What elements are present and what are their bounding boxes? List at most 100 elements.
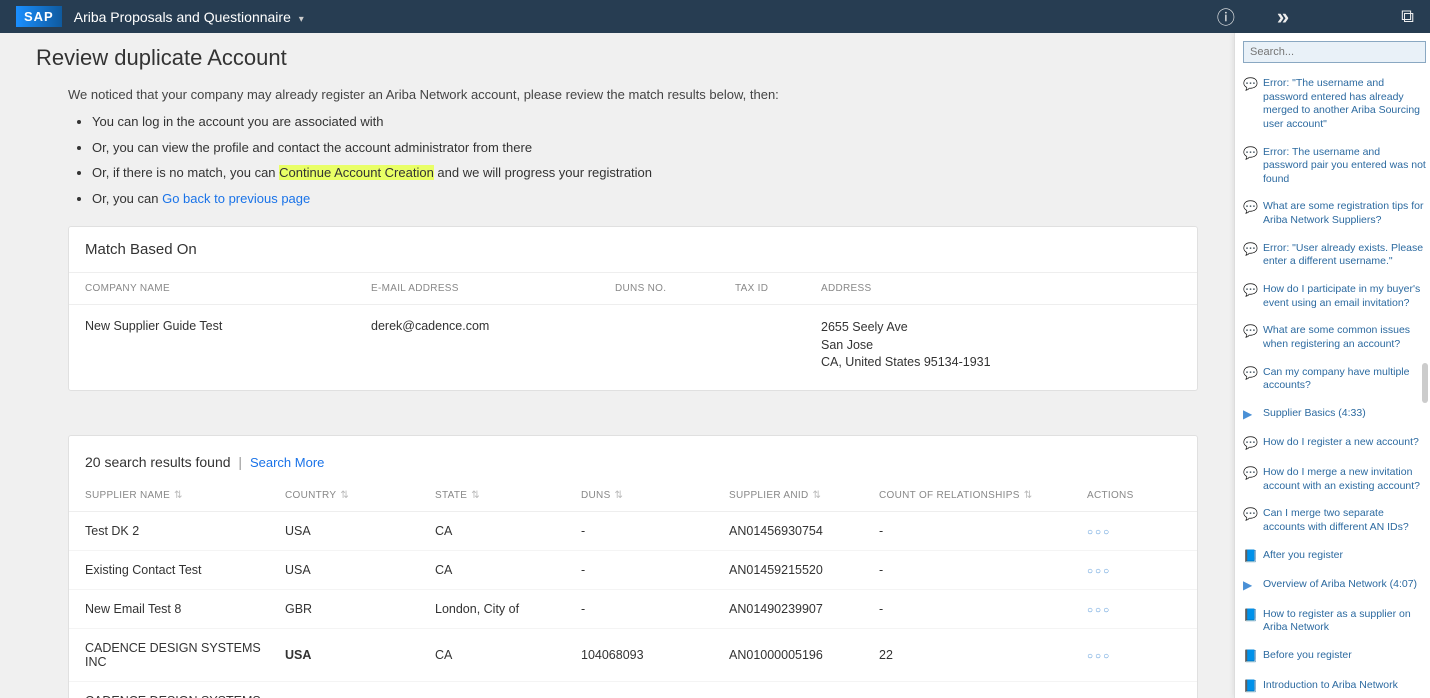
b3-post: and we will progress your registration [434, 165, 652, 180]
main-content: Review duplicate Account We noticed that… [0, 33, 1234, 698]
table-row: Test DK 2USACA-AN01456930754-○○○ [69, 512, 1197, 551]
col-country[interactable]: COUNTRY⇅ [285, 490, 435, 501]
cell: USA [285, 648, 435, 662]
page-title: Review duplicate Account [36, 45, 1198, 71]
cell: New Email Test 8 [85, 602, 285, 616]
results-body: Test DK 2USACA-AN01456930754-○○○Existing… [69, 512, 1197, 698]
help-item[interactable]: 💬Can I merge two separate accounts with … [1243, 507, 1426, 534]
help-item[interactable]: 💬Can my company have multiple accounts? [1243, 366, 1426, 393]
help-item[interactable]: ▶ Supplier Basics (4:33) [1243, 407, 1426, 423]
col-duns: DUNS NO. [615, 283, 735, 294]
help-item[interactable]: 📘Before you register [1243, 649, 1426, 665]
collapse-icon[interactable]: » [1277, 4, 1289, 30]
help-item[interactable]: 💬Error: The username and password pair y… [1243, 146, 1426, 187]
cell: 22 [879, 648, 1075, 662]
help-item-text: What are some common issues when registe… [1263, 324, 1426, 351]
scrollbar[interactable] [1422, 363, 1428, 403]
sort-icon: ⇅ [471, 490, 480, 501]
app-title-text: Ariba Proposals and Questionnaire [74, 9, 291, 25]
cell: CA [435, 563, 581, 577]
faq-icon: 💬 [1243, 507, 1257, 534]
actions-menu-icon[interactable]: ○○○ [1087, 651, 1111, 662]
match-address: 2655 Seely Ave San Jose CA, United State… [821, 319, 1181, 372]
match-header: Match Based On [69, 227, 1197, 273]
help-item[interactable]: 📘How to register as a supplier on Ariba … [1243, 608, 1426, 635]
faq-icon: 💬 [1243, 283, 1257, 310]
help-item[interactable]: 💬How do I participate in my buyer's even… [1243, 283, 1426, 310]
col-company: COMPANY NAME [85, 283, 371, 294]
help-item[interactable]: 💬Error: "User already exists. Please ent… [1243, 242, 1426, 269]
topbar-left: SAP Ariba Proposals and Questionnaire ▾ [16, 6, 304, 27]
search-input[interactable] [1243, 41, 1426, 63]
go-back-link[interactable]: Go back to previous page [162, 191, 310, 206]
results-header: 20 search results found | Search More [69, 436, 1197, 480]
help-item-text: Supplier Basics (4:33) [1263, 407, 1366, 423]
addr1: 2655 Seely Ave [821, 319, 1181, 337]
table-row: CADENCE DESIGN SYSTEMS INCUSACA104068093… [69, 629, 1197, 682]
help-item[interactable]: 💬How do I merge a new invitation account… [1243, 466, 1426, 493]
help-item[interactable]: 💬What are some common issues when regist… [1243, 324, 1426, 351]
vid-icon: ▶ [1243, 578, 1257, 594]
col-supplier-name[interactable]: SUPPLIER NAME⇅ [85, 490, 285, 501]
sort-icon: ⇅ [174, 490, 183, 501]
col-count[interactable]: COUNT OF RELATIONSHIPS⇅ [879, 490, 1075, 501]
sort-icon: ⇅ [615, 490, 624, 501]
faq-icon: 💬 [1243, 436, 1257, 452]
cell: AN01490239907 [729, 602, 879, 616]
help-icon[interactable]: ⓘ [1217, 4, 1235, 30]
intro-text: We noticed that your company may already… [68, 87, 1198, 102]
search-more-link[interactable]: Search More [250, 455, 324, 470]
results-count: 20 search results found [85, 454, 231, 470]
table-row: Existing Contact TestUSACA-AN01459215520… [69, 551, 1197, 590]
cell: - [581, 563, 729, 577]
match-card: Match Based On COMPANY NAME E-MAIL ADDRE… [68, 226, 1198, 391]
cell: London, City of [435, 602, 581, 616]
help-sidebar: 💬Error: "The username and password enter… [1234, 33, 1430, 698]
external-link-icon[interactable]: ⧉ [1401, 6, 1414, 27]
help-item-text: Before you register [1263, 649, 1352, 665]
table-row: New Email Test 8GBRLondon, City of-AN014… [69, 590, 1197, 629]
match-tax [735, 319, 821, 372]
help-item-text: How do I participate in my buyer's event… [1263, 283, 1426, 310]
cell: USA [285, 524, 435, 538]
faq-icon: 💬 [1243, 366, 1257, 393]
bullet-continue: Or, if there is no match, you can Contin… [92, 163, 1198, 183]
help-item-text: Error: "The username and password entere… [1263, 77, 1426, 132]
help-item[interactable]: 📘After you register [1243, 549, 1426, 565]
faq-icon: 💬 [1243, 77, 1257, 132]
sort-icon: ⇅ [1024, 490, 1033, 501]
match-row: New Supplier Guide Test derek@cadence.co… [69, 305, 1197, 390]
help-item-text: Error: The username and password pair yo… [1263, 146, 1426, 187]
col-address: ADDRESS [821, 283, 1181, 294]
cell: - [879, 524, 1075, 538]
cell: CADENCE DESIGN SYSTEMS INC [85, 641, 285, 669]
sap-logo: SAP [16, 6, 62, 27]
help-item-text: Can I merge two separate accounts with d… [1263, 507, 1426, 534]
help-item[interactable]: 📘Introduction to Ariba Network [1243, 679, 1426, 695]
col-duns[interactable]: DUNS⇅ [581, 490, 729, 501]
actions-menu-icon[interactable]: ○○○ [1087, 566, 1111, 577]
addr3: CA, United States 95134-1931 [821, 354, 1181, 372]
help-item-text: How to register as a supplier on Ariba N… [1263, 608, 1426, 635]
instruction-list: You can log in the account you are assoc… [92, 112, 1198, 208]
actions-menu-icon[interactable]: ○○○ [1087, 605, 1111, 616]
help-item-text: Error: "User already exists. Please ente… [1263, 242, 1426, 269]
cell: CA [435, 524, 581, 538]
help-item[interactable]: 💬 How do I register a new account? [1243, 436, 1426, 452]
help-item-text: Overview of Ariba Network (4:07) [1263, 578, 1417, 594]
help-item[interactable]: 💬What are some registration tips for Ari… [1243, 200, 1426, 227]
results-column-headers: SUPPLIER NAME⇅ COUNTRY⇅ STATE⇅ DUNS⇅ SUP… [69, 480, 1197, 512]
chevron-down-icon: ▾ [299, 14, 304, 25]
actions-menu-icon[interactable]: ○○○ [1087, 527, 1111, 538]
vid-icon: ▶ [1243, 407, 1257, 423]
help-item[interactable]: ▶ Overview of Ariba Network (4:07) [1243, 578, 1426, 594]
col-tax: TAX ID [735, 283, 821, 294]
col-state[interactable]: STATE⇅ [435, 490, 581, 501]
cell: Test DK 2 [85, 524, 285, 538]
help-item-text: How do I register a new account? [1263, 436, 1419, 452]
app-title[interactable]: Ariba Proposals and Questionnaire ▾ [74, 9, 304, 25]
col-anid[interactable]: SUPPLIER ANID⇅ [729, 490, 879, 501]
help-item[interactable]: 💬Error: "The username and password enter… [1243, 77, 1426, 132]
cell: 104068093 [581, 648, 729, 662]
cell: AN01000005196 [729, 648, 879, 662]
